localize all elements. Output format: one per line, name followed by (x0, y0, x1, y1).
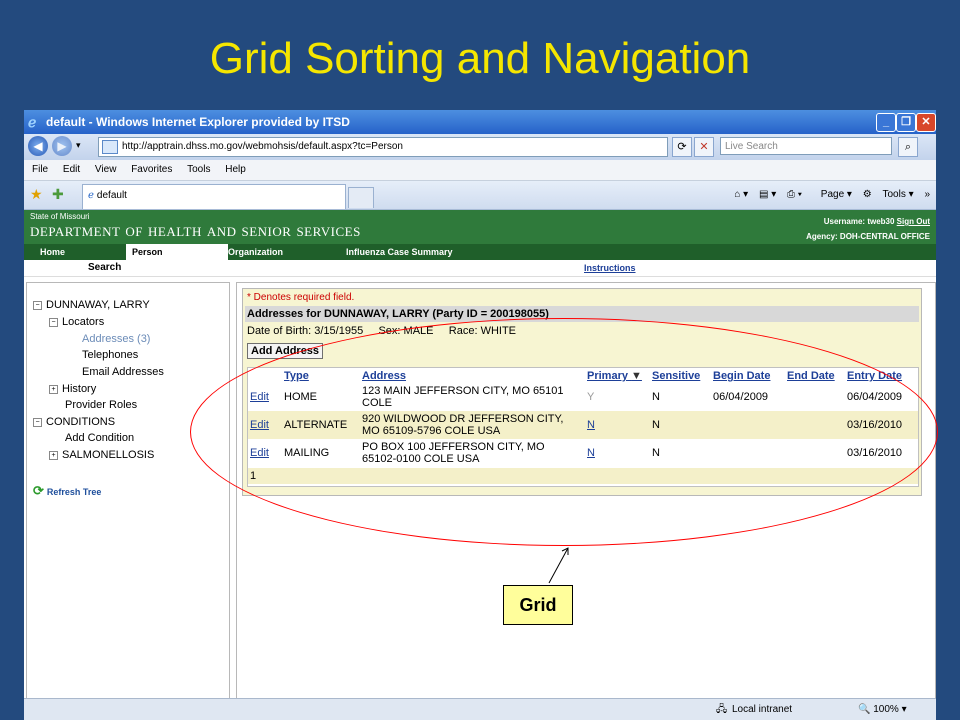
menu-view[interactable]: View (95, 164, 117, 175)
home-icon[interactable]: ⌂ ▾ (734, 189, 748, 200)
dob: Date of Birth: 3/15/1955 (247, 325, 364, 337)
add-favorite-icon[interactable]: ✚ (52, 186, 64, 203)
refresh-tree-label: Refresh Tree (46, 487, 102, 497)
feeds-icon[interactable]: ▤ ▾ (759, 189, 776, 200)
tree-salmonellosis[interactable]: + SALMONELLOSIS (49, 449, 154, 461)
agency-value: DOH-CENTRAL OFFICE (839, 232, 930, 241)
status-bar: 🖧 Local intranet 🔍 100% ▾ (24, 698, 936, 720)
person-tree: − DUNNAWAY, LARRY − Locators Addresses (3)… (26, 282, 230, 704)
nav-influenza-case-summary[interactable]: Influenza Case Summary (346, 244, 453, 260)
tab-default[interactable]: ℯ default (82, 184, 346, 209)
local-intranet-icon: 🖧 (716, 704, 728, 715)
tree-locators[interactable]: − Locators (49, 316, 104, 328)
menu-help[interactable]: Help (225, 164, 246, 175)
subnav-search[interactable]: Search (88, 260, 121, 276)
maximize-button[interactable]: ❐ (896, 113, 916, 132)
menu-favorites[interactable]: Favorites (131, 164, 172, 175)
refresh-tree-icon: ⟳ (33, 483, 44, 498)
sub-nav: Search Instructions (24, 260, 936, 277)
ie-logo-icon: ℯ (28, 114, 37, 130)
user-info: Username: tweb30 Sign Out Agency: DOH-CE… (806, 214, 930, 244)
nav-organization[interactable]: Organization (228, 244, 283, 260)
history-dropdown-icon[interactable]: ▾ (76, 140, 81, 151)
page-icon (102, 140, 118, 154)
sign-out-link[interactable]: Sign Out (897, 217, 930, 226)
expand-icon[interactable]: + (49, 450, 58, 460)
username-label: Username: (823, 217, 866, 226)
department-title: Department of Health and Senior Services (30, 220, 361, 240)
tree-add-condition[interactable]: Add Condition (65, 432, 134, 444)
new-tab-button[interactable] (348, 187, 374, 208)
tab-label: default (96, 190, 127, 201)
tree-history-label: History (62, 383, 97, 395)
search-input[interactable]: Live Search (720, 137, 892, 155)
required-note: * Denotes required field. (247, 292, 355, 303)
refresh-tree-link[interactable]: ⟳ Refresh Tree (33, 483, 101, 499)
page-menu[interactable]: Page ▾ (813, 189, 852, 200)
nav-home[interactable]: Home (40, 244, 65, 260)
zoom-level: 100% (873, 704, 899, 715)
grid-highlight-ellipse (190, 318, 938, 546)
title-bar: ℯ default - Windows Internet Explorer pr… (24, 110, 936, 134)
collapse-icon[interactable]: − (33, 300, 42, 310)
url-text: http://apptrain.dhss.mo.gov/webmohsis/de… (122, 141, 403, 152)
search-icon[interactable]: ⌕ (898, 137, 918, 157)
status-zone: Local intranet (732, 704, 793, 715)
tree-locators-label: Locators (62, 316, 105, 328)
page-menu-label: Page (820, 189, 845, 200)
refresh-icon[interactable]: ⟳ (672, 137, 692, 157)
menu-edit[interactable]: Edit (63, 164, 80, 175)
callout-arrow (548, 547, 569, 584)
tree-history[interactable]: + History (49, 383, 96, 395)
print-icon[interactable]: ⎙ ▾ (787, 189, 802, 200)
minimize-button[interactable]: _ (876, 113, 896, 132)
close-button[interactable]: ✕ (916, 113, 936, 132)
tree-provider-roles[interactable]: Provider Roles (65, 399, 137, 411)
zoom-control[interactable]: 🔍 100% ▾ (858, 699, 907, 720)
url-input[interactable]: http://apptrain.dhss.mo.gov/webmohsis/de… (98, 137, 668, 157)
tree-conditions[interactable]: − CONDITIONS (33, 416, 115, 428)
stop-icon[interactable]: ✕ (694, 137, 714, 157)
grid-callout-label: Grid (503, 585, 573, 625)
tree-salmonellosis-label: SALMONELLOSIS (62, 449, 155, 461)
tree-conditions-label: CONDITIONS (46, 416, 116, 428)
favorites-star-icon[interactable]: ★ (30, 186, 43, 203)
window-title: default - Windows Internet Explorer prov… (46, 115, 350, 129)
menu-bar: File Edit View Favorites Tools Help (24, 160, 936, 181)
collapse-icon[interactable]: − (49, 317, 58, 327)
nav-person[interactable]: Person (126, 244, 228, 260)
tools-menu[interactable]: ⚙ Tools ▾ (863, 189, 914, 200)
menu-file[interactable]: File (32, 164, 48, 175)
slide-title: Grid Sorting and Navigation (209, 34, 751, 83)
tree-email-addresses[interactable]: Email Addresses (82, 366, 164, 378)
back-icon[interactable]: ◀ (28, 136, 48, 156)
menu-tools[interactable]: Tools (187, 164, 210, 175)
tree-addresses[interactable]: Addresses (3) (82, 333, 150, 345)
tab-bar: ★ ✚ ℯ default ⌂ ▾ ▤ ▾ ⎙ ▾ Page ▾ ⚙ Tools … (24, 181, 936, 210)
main-nav: Home Person Organization Influenza Case … (24, 244, 936, 260)
forward-icon[interactable]: ▶ (52, 136, 72, 156)
chevron-more-icon[interactable]: » (924, 189, 930, 200)
expand-icon[interactable]: + (49, 384, 58, 394)
tools-menu-label: Tools (882, 189, 906, 200)
tab-ie-icon: ℯ (88, 190, 94, 201)
username-value: tweb30 (867, 217, 895, 226)
tree-telephones[interactable]: Telephones (82, 349, 138, 361)
command-bar: ⌂ ▾ ▤ ▾ ⎙ ▾ Page ▾ ⚙ Tools ▾ » (726, 185, 930, 205)
instructions-link[interactable]: Instructions (584, 260, 636, 276)
tree-person-label: DUNNAWAY, LARRY (46, 299, 150, 311)
agency-label: Agency: (806, 232, 838, 241)
tree-person[interactable]: − DUNNAWAY, LARRY (33, 299, 150, 311)
collapse-icon[interactable]: − (33, 417, 42, 427)
address-bar: ◀ ▶ ▾ http://apptrain.dhss.mo.gov/webmoh… (24, 134, 936, 160)
